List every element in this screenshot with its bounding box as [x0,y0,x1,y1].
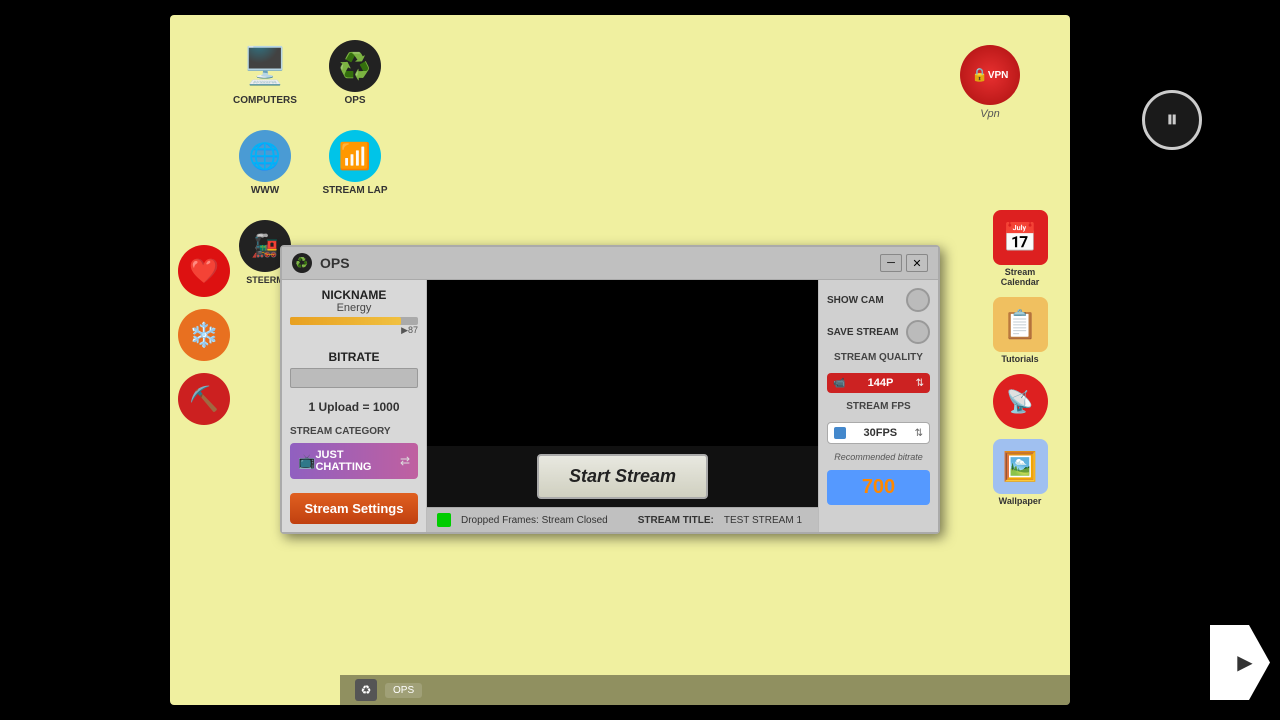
start-stream-button[interactable]: Start Stream [537,454,708,499]
fps-section-label: STREAM FPS [827,401,930,412]
ops-dialog: ♻️ OPS ─ ✕ NICKNAME Energy ▶87 [280,245,940,534]
desktop-icon-tutorials[interactable]: 📋 Tutorials [985,297,1055,364]
stream-category-section-label: STREAM CATEGORY [290,426,418,437]
dialog-controls: ─ ✕ [880,254,928,272]
status-indicator [437,513,451,527]
show-cam-label: SHOW CAM [827,295,884,306]
stream-settings-button[interactable]: Stream Settings [290,493,418,524]
ops-title-icon: ♻️ [292,253,312,273]
preview-area [427,280,818,446]
desktop-screen: 🖥️ COMPUTERS ♻️ OPS 🌐 WWW 📶 Stream Lap 🚂… [170,15,1070,705]
desktop-icon-stream-calendar[interactable]: 📅 Stream Calendar [985,210,1055,287]
energy-bar [290,317,401,325]
nickname-section: NICKNAME Energy ▶87 [290,288,418,336]
desktop-icon-www[interactable]: 🌐 WWW [230,130,300,196]
taskbar-ops-item[interactable]: OPS [385,683,422,698]
recommended-bitrate-value: 700 [827,470,930,505]
energy-value: ▶87 [290,325,418,336]
stream-title-label: STREAM TITLE: [638,515,714,526]
fps-text: 30FPS [863,427,897,439]
health-icon[interactable]: ❤️ [178,245,230,297]
desktop-icon-computers[interactable]: 🖥️ COMPUTERS [230,40,300,106]
bitrate-bar-empty [290,368,418,388]
bitrate-label: Bitrate [290,350,418,364]
upload-label: 1 Upload = 1000 [290,400,418,414]
center-panel: Start Stream Dropped Frames: Stream Clos… [427,280,818,532]
taskbar-left: ♻ OPS [355,679,422,701]
tutorials-label: Tutorials [1001,354,1038,364]
fps-checkbox [834,427,846,439]
right-panel: SHOW CAM SAVE STREAM STREAM QUALITY 📹 14… [818,280,938,532]
stream-title-value: TEST STREAM 1 [724,515,802,526]
status-bar: Dropped Frames: Stream Closed STREAM TIT… [427,507,818,532]
avest-icon[interactable]: ❄️ [178,309,230,361]
taskbar-ops-icon[interactable]: ♻ [355,679,377,701]
close-button[interactable]: ✕ [906,254,928,272]
pause-button[interactable]: ⏸ [1142,90,1202,150]
desktop-icon-live[interactable]: 📡 [985,374,1055,429]
quality-arrows-icon: ⇅ [916,378,924,389]
quality-section-label: STREAM QUALITY [827,352,930,363]
nickname-label: NICKNAME [290,288,418,302]
miner-icon[interactable]: ⛏️ [178,373,230,425]
category-icon: 📺 [298,453,315,470]
vpn-label: Vpn [980,108,1000,120]
desktop-icon-www-label: WWW [251,185,279,196]
fps-selector[interactable]: 30FPS ⇅ [827,422,930,444]
pause-icon: ⏸ [1166,106,1178,134]
stream-calendar-label: Stream Calendar [985,267,1055,287]
save-stream-row: SAVE STREAM [827,320,930,344]
fps-arrows-icon: ⇅ [915,428,923,439]
next-arrow-icon: ▶ [1237,650,1252,675]
vpn-icon[interactable]: 🔒VPN Vpn [960,45,1020,120]
nickname-value: Energy [290,302,418,314]
desktop-icon-streamlap[interactable]: 📶 Stream Lap [320,130,390,196]
quality-selector[interactable]: 📹 144P ⇅ [827,373,930,393]
save-stream-label: SAVE STREAM [827,327,899,338]
dialog-title: ♻️ OPS [292,253,350,273]
quality-icon: 📹 [833,378,845,389]
energy-bar-container [290,317,418,325]
left-panel: NICKNAME Energy ▶87 Bitrate 1 Upload = 1… [282,280,427,532]
dialog-titlebar: ♻️ OPS ─ ✕ [282,247,938,280]
desktop-icon-streamlap-label: Stream Lap [323,185,388,196]
minimize-button[interactable]: ─ [880,254,902,272]
recommended-label: Recommended bitrate [827,452,930,462]
desktop-icon-steerm-label: Steerm [246,275,284,285]
dropped-frames-text: Dropped Frames: Stream Closed [461,515,608,526]
wallpaper-label: Wallpaper [999,496,1042,506]
desktop-icon-computers-label: COMPUTERS [233,95,297,106]
desktop-icon-wallpaper[interactable]: 🖼️ Wallpaper [985,439,1055,506]
taskbar: ♻ OPS 🔊 12:23 [340,675,1070,705]
quality-text: 144P [868,377,894,389]
dialog-body: NICKNAME Energy ▶87 Bitrate 1 Upload = 1… [282,280,938,532]
next-arrow-button[interactable]: ▶ [1210,625,1270,700]
show-cam-row: SHOW CAM [827,288,930,312]
show-cam-toggle[interactable] [906,288,930,312]
dialog-title-text: OPS [320,255,350,271]
bitrate-section: Bitrate [290,350,418,388]
vpn-circle: 🔒VPN [960,45,1020,105]
desktop-icon-ops-label: OPS [344,95,365,106]
category-selector[interactable]: 📺 JUST CHATTING ⇄ [290,443,418,479]
save-stream-toggle[interactable] [906,320,930,344]
desktop-icon-ops[interactable]: ♻️ OPS [320,40,390,106]
category-arrows-icon: ⇄ [400,454,410,468]
category-text: JUST CHATTING [315,449,400,473]
